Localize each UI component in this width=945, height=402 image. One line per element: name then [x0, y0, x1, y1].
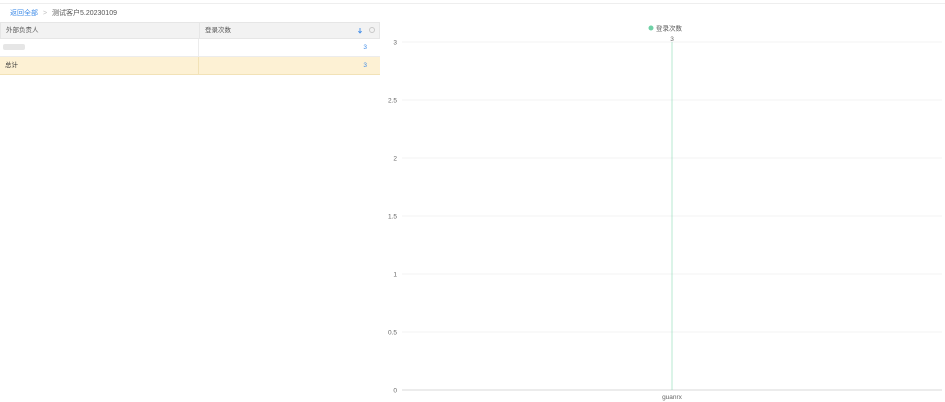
breadcrumb-current: 测试客户5.20230109 [52, 10, 117, 17]
info-icon[interactable] [369, 27, 375, 33]
total-label: 总计 [0, 57, 199, 74]
top-divider [0, 3, 945, 4]
data-table: 外部负责人 登录次数 3 总计 3 [0, 22, 380, 75]
chart-canvas: 3 2.5 2 1.5 1 0.5 0 3 guanrx 登录次数 [388, 24, 942, 401]
table-total-row: 总计 3 [0, 57, 380, 75]
y-tick-label: 0 [393, 388, 397, 395]
data-label: 3 [670, 36, 674, 43]
bar [671, 42, 673, 390]
y-tick-label: 2.5 [388, 98, 397, 105]
sort-down-icon[interactable] [358, 28, 362, 34]
column-header-login-count-label: 登录次数 [205, 27, 231, 34]
y-tick-label: 3 [393, 40, 397, 47]
y-tick-label: 1.5 [388, 214, 397, 221]
total-value[interactable]: 3 [199, 57, 380, 74]
table-cell-login-count[interactable]: 3 [199, 39, 380, 56]
legend-label: 登录次数 [656, 24, 683, 33]
column-header-login-count[interactable]: 登录次数 [200, 23, 379, 38]
x-tick-label: guanrx [662, 394, 683, 401]
column-header-owner[interactable]: 外部负责人 [1, 23, 200, 38]
breadcrumb-separator: > [42, 10, 48, 17]
table-row: 3 [0, 39, 380, 57]
legend-marker [648, 25, 654, 31]
table-cell-owner [0, 39, 199, 56]
bar-chart: 3 2.5 2 1.5 1 0.5 0 3 guanrx 登录次数 [382, 18, 945, 402]
breadcrumb: 返回全部 > 测试客户5.20230109 [10, 9, 117, 19]
y-tick-label: 0.5 [388, 330, 397, 337]
redacted-name [3, 44, 25, 51]
y-tick-label: 1 [393, 272, 397, 279]
breadcrumb-back-link[interactable]: 返回全部 [10, 10, 38, 17]
table-header: 外部负责人 登录次数 [0, 22, 380, 39]
y-tick-label: 2 [393, 156, 397, 163]
